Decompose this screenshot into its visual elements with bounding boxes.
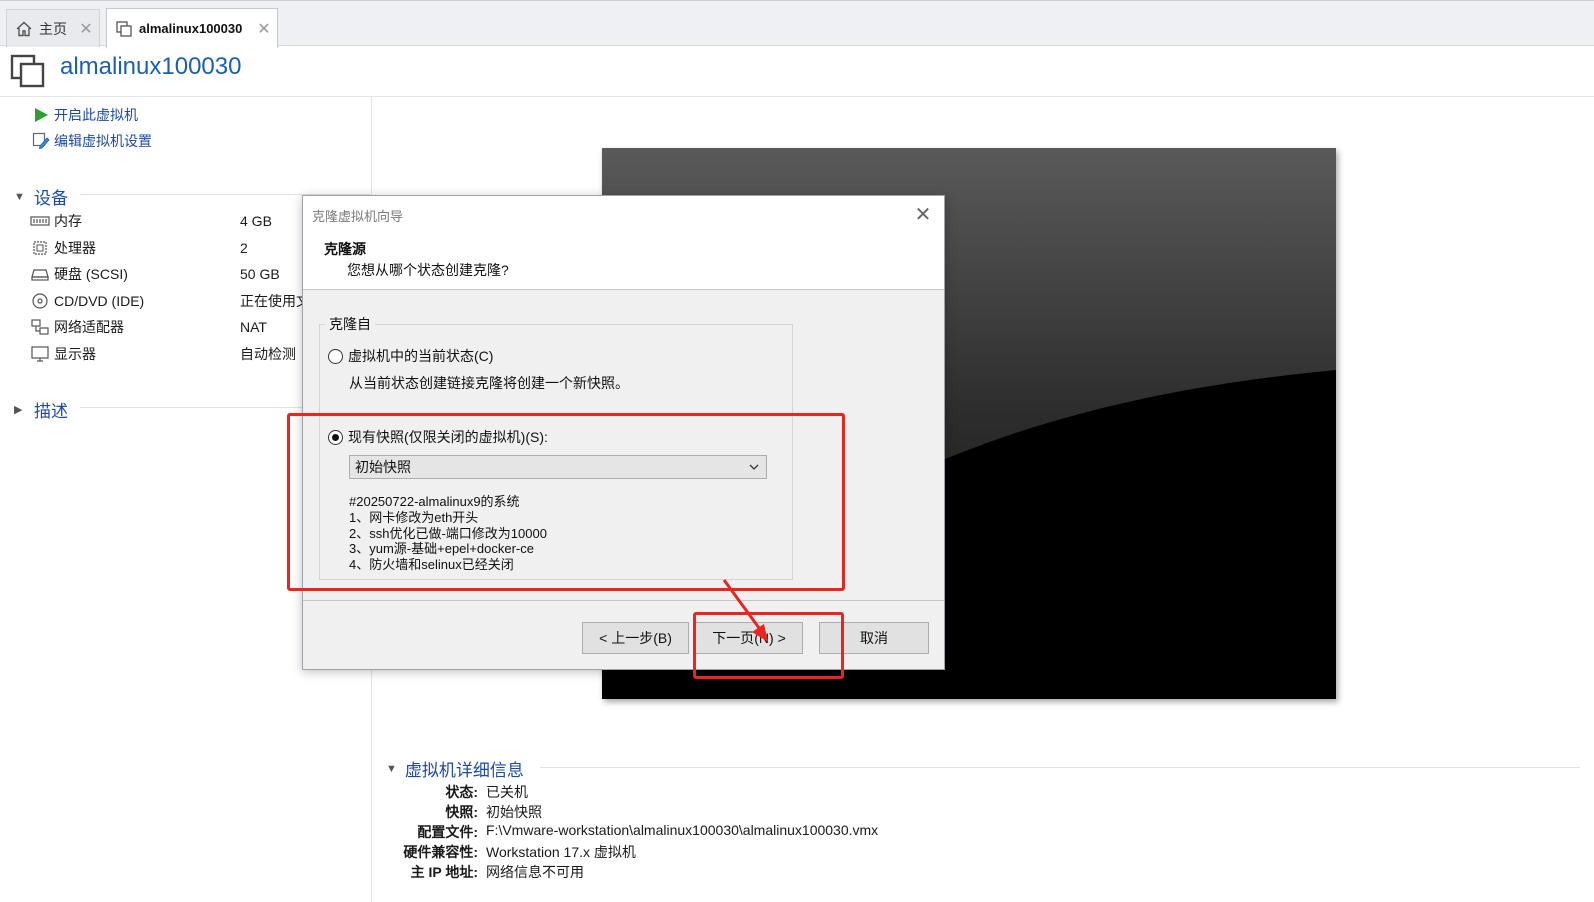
detail-row-config-file: 配置文件: F:\Vmware-workstation\almalinux100… [372,822,1072,842]
detail-row-status: 状态: 已关机 [372,782,1072,802]
hard-disk-icon [30,265,50,283]
close-icon[interactable]: ✕ [255,19,273,39]
device-value: 正在使用文 [240,293,310,309]
detail-row-snapshot: 快照: 初始快照 [372,802,1072,822]
power-on-label: 开启此虚拟机 [54,107,138,123]
dialog-header-subtitle: 您想从哪个状态创建克隆? [347,262,509,278]
detail-value: 已关机 [486,784,528,800]
devices-section-toggle[interactable]: ▼ 设备 [14,184,68,209]
dialog-title: 克隆虚拟机向导 [312,209,404,224]
divider [303,600,944,601]
network-icon [30,318,50,336]
device-value: 50 GB [240,266,280,282]
device-value: NAT [240,319,267,335]
detail-value: 网络信息不可用 [486,864,584,880]
device-value: 2 [240,240,248,256]
description-section-toggle[interactable]: ▶ 描述 [14,397,68,422]
radio-button[interactable] [328,348,343,364]
detail-value: Workstation 17.x 虚拟机 [486,844,636,860]
close-icon[interactable]: ✕ [912,202,934,227]
home-icon [15,20,33,38]
annotation-highlight-snapshot [287,413,845,591]
back-button[interactable]: < 上一步(B) [582,622,689,654]
detail-row-hardware-compat: 硬件兼容性: Workstation 17.x 虚拟机 [372,842,1072,862]
description-heading: 描述 [34,402,68,421]
device-value: 自动检测 [240,346,296,362]
detail-key: 快照: [445,804,478,820]
dialog-header: 克隆源 您想从哪个状态创建克隆? [303,230,944,290]
close-icon[interactable]: ✕ [77,19,95,39]
detail-row-ip-address: 主 IP 地址: 网络信息不可用 [372,862,1072,882]
group-label: 克隆自 [325,314,375,334]
detail-key: 状态: [445,784,478,800]
tab-strip: 主页 ✕ almalinux100030 ✕ [0,0,1594,48]
device-name: 网络适配器 [54,319,124,335]
detail-value: F:\Vmware-workstation\almalinux100030\al… [486,822,879,838]
detail-key: 硬件兼容性: [403,844,478,860]
radio-current-state-label: 虚拟机中的当前状态(C) [348,348,494,364]
page-title: almalinux100030 [60,53,242,80]
display-icon [30,345,50,363]
edit-settings-label: 编辑虚拟机设置 [54,133,152,149]
detail-value: 初始快照 [486,804,542,820]
radio-current-state-description: 从当前状态创建链接克隆将创建一个新快照。 [349,375,629,391]
vm-icon [10,53,46,89]
device-name: 处理器 [54,240,96,256]
device-name: 显示器 [54,346,96,362]
power-on-action[interactable]: 开启此虚拟机 [32,104,138,126]
vm-title-bar: almalinux100030 [0,47,1594,97]
chevron-right-icon: ▶ [14,404,23,416]
cd-dvd-icon [30,292,50,310]
cpu-icon [30,239,50,257]
dialog-title-bar[interactable]: 克隆虚拟机向导 ✕ [303,196,944,230]
vm-details-section-toggle[interactable]: ▼ 虚拟机详细信息 [386,756,524,781]
vm-details-heading: 虚拟机详细信息 [404,761,524,780]
devices-heading: 设备 [34,189,68,208]
detail-key: 主 IP 地址: [410,864,478,880]
tab-home-label: 主页 [39,20,67,37]
device-value: 4 GB [240,213,272,229]
play-icon [32,106,50,124]
chevron-down-icon: ▼ [14,190,25,203]
chevron-down-icon: ▼ [386,762,397,775]
device-name: CD/DVD (IDE) [54,293,145,309]
vm-icon [115,20,133,38]
detail-key: 配置文件: [417,824,478,840]
device-name: 内存 [54,213,82,229]
edit-settings-icon [32,132,50,150]
tab-vm[interactable]: almalinux100030 ✕ [106,8,278,48]
edit-settings-action[interactable]: 编辑虚拟机设置 [32,130,152,152]
annotation-arrow-icon [722,579,768,642]
device-name: 硬盘 (SCSI) [54,266,128,282]
radio-current-state[interactable]: 虚拟机中的当前状态(C) [328,346,493,366]
tab-home[interactable]: 主页 ✕ [6,9,100,47]
memory-icon [30,212,50,230]
tab-vm-label: almalinux100030 [139,21,243,36]
divider [540,767,1580,768]
dialog-header-title: 克隆源 [324,241,366,257]
